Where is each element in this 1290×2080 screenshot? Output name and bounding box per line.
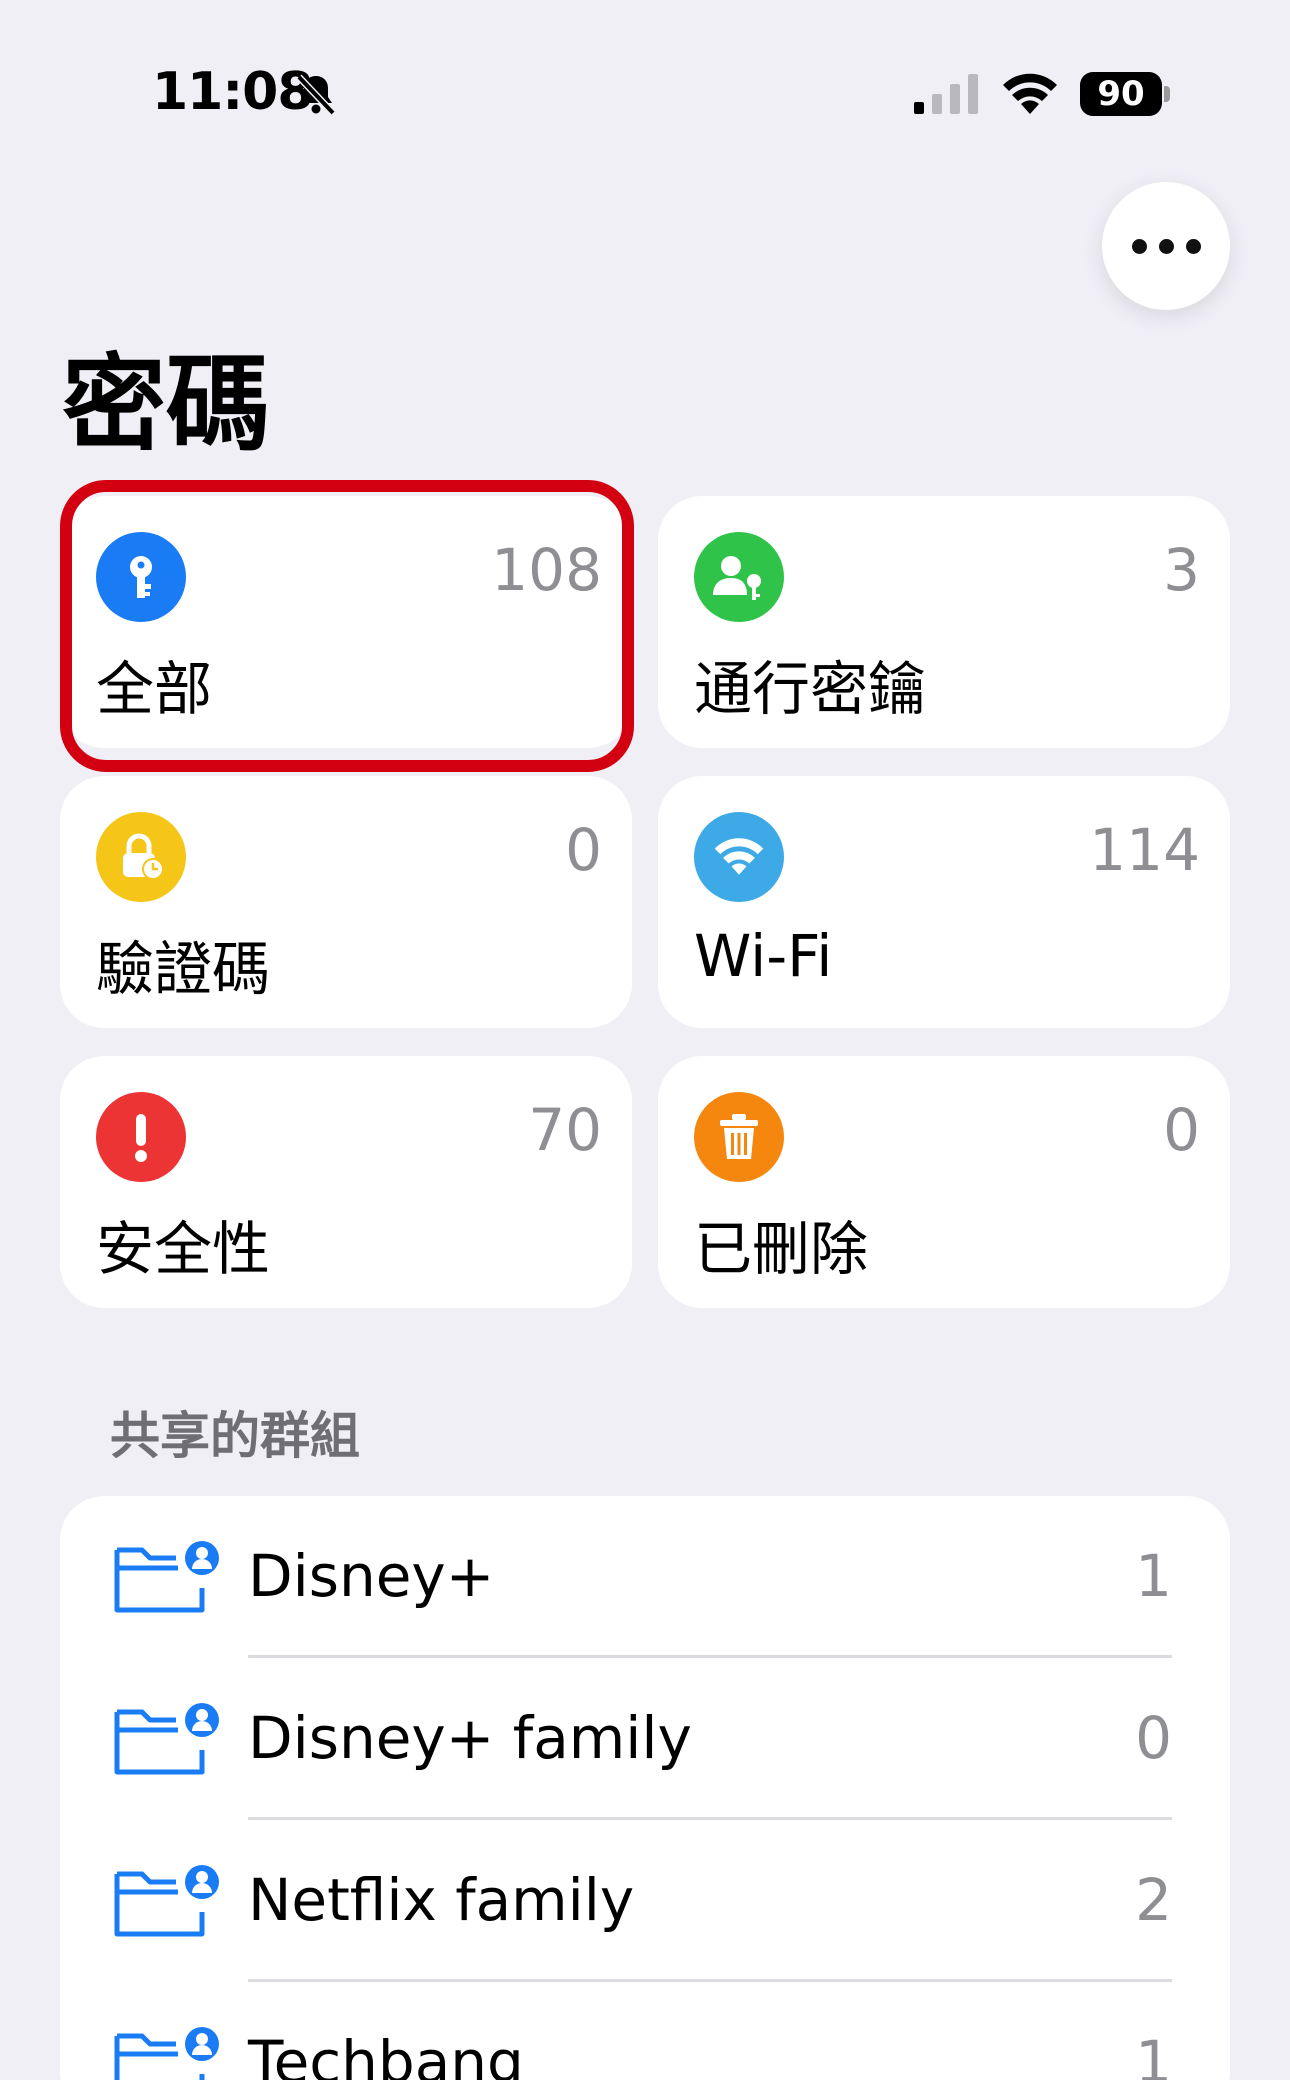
battery-level: 90 [1080, 72, 1162, 116]
shared-folder-icon [114, 1541, 219, 1613]
category-label: 驗證碼 [96, 935, 271, 1003]
category-label: Wi-Fi [694, 922, 833, 990]
bell-slash-icon [296, 74, 336, 116]
status-time: 11:08 [152, 62, 314, 122]
category-count: 0 [1163, 1096, 1200, 1164]
group-count: 1 [1135, 2028, 1172, 2080]
category-card-verification-codes[interactable]: 0 驗證碼 [60, 776, 632, 1028]
category-label: 已刪除 [694, 1215, 869, 1283]
wifi-icon [694, 812, 784, 902]
category-card-deleted[interactable]: 0 已刪除 [658, 1056, 1230, 1308]
category-card-security[interactable]: 70 安全性 [60, 1056, 632, 1308]
shared-folder-icon [114, 1865, 219, 1937]
exclamation-icon [96, 1092, 186, 1182]
category-card-passkeys[interactable]: 3 通行密鑰 [658, 496, 1230, 748]
group-count: 1 [1135, 1542, 1172, 1610]
category-count: 114 [1089, 816, 1200, 884]
list-item-group[interactable]: Disney+ family 0 [60, 1658, 1230, 1820]
more-options-button[interactable] [1102, 182, 1230, 310]
ellipsis-icon [1131, 238, 1147, 254]
category-count: 70 [528, 1096, 602, 1164]
list-item-group[interactable]: Techbang 1 [60, 1982, 1230, 2080]
page-title: 密碼 [62, 343, 271, 465]
category-label: 安全性 [96, 1215, 271, 1283]
group-name: Disney+ family [248, 1704, 692, 1772]
group-name: Techbang [248, 2028, 524, 2080]
cellular-signal-icon [914, 74, 978, 114]
trash-icon [694, 1092, 784, 1182]
section-header-shared-groups: 共享的群組 [110, 1407, 360, 1465]
category-count: 3 [1163, 536, 1200, 604]
passkey-person-icon [694, 532, 784, 622]
lock-clock-icon [96, 812, 186, 902]
highlight-annotation [60, 480, 634, 772]
group-name: Netflix family [248, 1866, 635, 1934]
group-count: 0 [1135, 1704, 1172, 1772]
shared-folder-icon [114, 2027, 219, 2080]
category-card-wifi[interactable]: 114 Wi-Fi [658, 776, 1230, 1028]
shared-folder-icon [114, 1703, 219, 1775]
battery-indicator: 90 [1080, 72, 1170, 116]
group-name: Disney+ [248, 1542, 495, 1610]
list-item-group[interactable]: Disney+ 1 [60, 1496, 1230, 1658]
list-item-group[interactable]: Netflix family 2 [60, 1820, 1230, 1982]
category-label: 通行密鑰 [694, 655, 927, 723]
wifi-status-icon [1003, 73, 1057, 114]
category-count: 0 [565, 816, 602, 884]
group-count: 2 [1135, 1866, 1172, 1934]
shared-groups-list: Disney+ 1 Disney+ family 0 Netflix famil… [60, 1496, 1230, 2080]
